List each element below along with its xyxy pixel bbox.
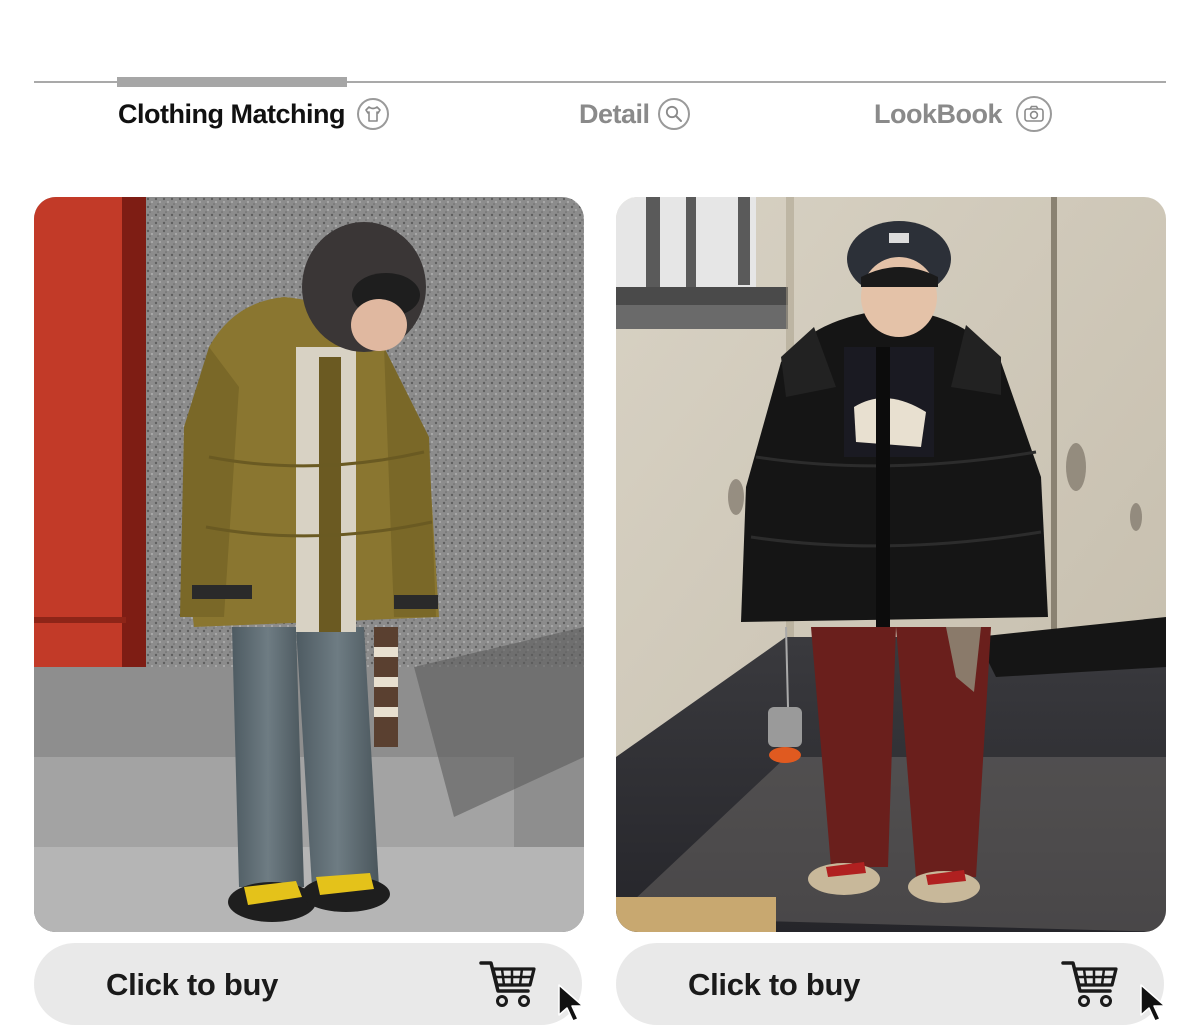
pointer-cursor-icon — [1138, 983, 1168, 1028]
buy-button-label: Click to buy — [106, 967, 279, 1002]
active-tab-indicator — [117, 77, 347, 87]
tshirt-icon — [356, 98, 389, 130]
camera-icon — [1016, 96, 1052, 132]
tab-detail-label: Detail — [579, 98, 650, 129]
pointer-cursor-icon — [556, 983, 586, 1028]
shopping-cart-icon — [478, 957, 540, 1014]
tab-clothing-matching-label: Clothing Matching — [118, 98, 345, 129]
tab-detail[interactable]: Detail — [579, 92, 690, 136]
shopping-cart-icon — [1060, 957, 1122, 1014]
buy-button-olive-jacket[interactable]: Click to buy — [34, 943, 584, 1025]
buy-button-black-jacket[interactable]: Click to buy — [616, 943, 1166, 1025]
product-photo-olive-jacket[interactable] — [34, 197, 584, 932]
tab-lookbook[interactable]: LookBook — [874, 92, 1052, 136]
tab-clothing-matching[interactable]: Clothing Matching — [118, 92, 389, 136]
tab-lookbook-label: LookBook — [874, 98, 1003, 129]
buy-button-label: Click to buy — [688, 967, 861, 1002]
search-icon — [657, 98, 690, 130]
product-photo-black-jacket[interactable] — [616, 197, 1166, 932]
